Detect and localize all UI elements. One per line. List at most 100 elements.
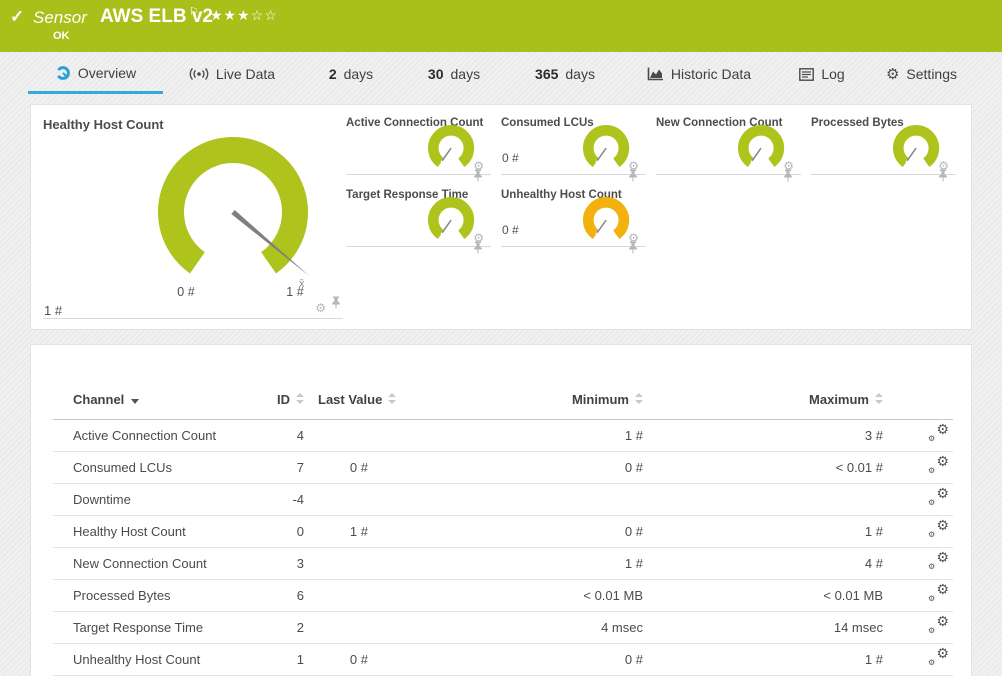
channel-minimum: 1 # [408, 547, 658, 580]
channel-minimum: < 0.01 MB [408, 579, 658, 612]
gauge-settings-gear-icon[interactable]: ⚙ [315, 302, 326, 314]
channel-settings-icon[interactable]: ⚙ ⚙ [928, 550, 949, 571]
channel-settings-icon[interactable]: ⚙ ⚙ [928, 518, 949, 539]
channel-name[interactable]: New Connection Count [53, 547, 268, 580]
priority-stars[interactable]: ★★★☆☆ [210, 7, 278, 24]
channel-maximum: 4 # [658, 547, 898, 580]
gauge-cell-processed-bytes: Processed Bytes ⚙ [811, 115, 956, 182]
channel-name[interactable]: Consumed LCUs [53, 451, 268, 484]
tab-log[interactable]: Log [775, 54, 869, 94]
gauge-icon [55, 65, 71, 81]
gauges-panel: Healthy Host Count 0 # 1 # x̄ 1 # ⚙ Acti… [30, 104, 972, 330]
table-header-row: Channel ID Last Value Minimum Maximum [53, 381, 953, 420]
table-row: Downtime -4 ⚙ ⚙ [53, 483, 953, 516]
sensor-header: ✓ Sensor AWS ELB v2 ⚐ ★★★☆☆ OK [0, 0, 1002, 52]
channel-settings-icon[interactable]: ⚙ ⚙ [928, 614, 949, 635]
channel-id: 2 [268, 611, 318, 644]
sensor-status-badge: OK [53, 30, 70, 42]
channel-name[interactable]: Downtime [53, 483, 268, 516]
gauge-scale-min: 0 # [177, 285, 195, 299]
tab-bar: Overview Live Data 2 days 30 days 365 da… [28, 54, 974, 97]
stars-empty[interactable]: ☆☆ [251, 7, 278, 23]
priority-flag-icon[interactable]: ⚐ [189, 5, 199, 18]
channel-last-value: 0 # [318, 643, 408, 676]
channel-minimum: 0 # [408, 643, 658, 676]
tab-2-days[interactable]: 2 days [301, 54, 401, 94]
table-row: New Connection Count 3 1 # 4 # ⚙ ⚙ [53, 547, 953, 580]
channel-id: 4 [268, 419, 318, 452]
tab-30-days[interactable]: 30 days [401, 54, 507, 94]
tab-label: days [343, 66, 374, 82]
channel-minimum: 0 # [408, 515, 658, 548]
tab-number: 2 [328, 66, 337, 82]
channel-table-panel: Channel ID Last Value Minimum Maximum Ac… [30, 344, 972, 676]
channel-maximum: < 0.01 # [658, 451, 898, 484]
channel-id: 3 [268, 547, 318, 580]
column-header-id[interactable]: ID [268, 381, 318, 420]
channel-minimum: 1 # [408, 419, 658, 452]
channel-last-value: 1 # [318, 515, 408, 548]
channel-maximum [658, 483, 898, 516]
gauge-cell-active-connection-count: Active Connection Count ⚙ [346, 115, 491, 182]
channel-table: Channel ID Last Value Minimum Maximum Ac… [53, 381, 953, 676]
channel-maximum: 1 # [658, 643, 898, 676]
tab-overview[interactable]: Overview [28, 54, 163, 94]
table-row: Processed Bytes 6 < 0.01 MB < 0.01 MB ⚙ ⚙ [53, 579, 953, 612]
tab-label: Overview [77, 64, 137, 81]
channel-settings-icon[interactable]: ⚙ ⚙ [928, 582, 949, 603]
table-row: Active Connection Count 4 1 # 3 # ⚙ ⚙ [53, 419, 953, 452]
gauge-current-value: 1 # [44, 303, 63, 318]
tab-number: 30 [427, 66, 444, 82]
gauge-cell-consumed-lcus: Consumed LCUs 0 # ⚙ [501, 115, 646, 182]
sort-desc-icon [131, 399, 140, 405]
channel-name[interactable]: Active Connection Count [53, 419, 268, 452]
sort-icon [388, 393, 397, 405]
channel-last-value [318, 547, 408, 580]
tab-number: 365 [535, 66, 559, 82]
channel-name[interactable]: Processed Bytes [53, 579, 268, 612]
channel-settings-icon[interactable]: ⚙ ⚙ [928, 486, 949, 507]
area-chart-icon [647, 67, 664, 81]
channel-last-value [318, 611, 408, 644]
gauge-cell-unhealthy-host-count: Unhealthy Host Count 0 # ⚙ [501, 187, 646, 254]
gauge-cell-target-response-time: Target Response Time ⚙ [346, 187, 491, 254]
column-header-maximum[interactable]: Maximum [658, 381, 898, 420]
channel-minimum [408, 483, 658, 516]
status-ok-check-icon: ✓ [10, 7, 25, 26]
tab-label: Live Data [215, 66, 276, 82]
tab-settings[interactable]: ⚙ Settings [869, 54, 974, 94]
column-header-minimum[interactable]: Minimum [408, 381, 658, 420]
sort-icon [635, 393, 643, 405]
gauge-value: 0 # [502, 223, 519, 237]
column-header-channel[interactable]: Channel [53, 381, 268, 420]
channel-maximum: < 0.01 MB [658, 579, 898, 612]
tab-label: days [450, 66, 481, 82]
channel-settings-icon[interactable]: ⚙ ⚙ [928, 454, 949, 475]
channel-id: 7 [268, 451, 318, 484]
channel-settings-icon[interactable]: ⚙ ⚙ [928, 646, 949, 667]
stars-filled[interactable]: ★★★ [210, 7, 251, 23]
table-row: Target Response Time 2 4 msec 14 msec ⚙ ⚙ [53, 611, 953, 644]
channel-settings-icon[interactable]: ⚙ ⚙ [928, 422, 949, 443]
object-type-label: Sensor [33, 8, 87, 27]
sort-icon [296, 393, 304, 405]
column-header-actions [898, 381, 953, 420]
table-row: Unhealthy Host Count 1 0 # 0 # 1 # ⚙ ⚙ [53, 643, 953, 676]
channel-last-value [318, 483, 408, 516]
gauge-value: 0 # [502, 151, 519, 165]
gauge-pin-icon[interactable] [331, 296, 341, 314]
tab-live-data[interactable]: Live Data [163, 54, 301, 94]
channel-name[interactable]: Unhealthy Host Count [53, 643, 268, 676]
channel-id: -4 [268, 483, 318, 516]
live-broadcast-icon [189, 67, 209, 81]
channel-name[interactable]: Healthy Host Count [53, 515, 268, 548]
sort-icon [875, 393, 883, 405]
channel-name[interactable]: Target Response Time [53, 611, 268, 644]
tab-historic-data[interactable]: Historic Data [623, 54, 775, 94]
channel-maximum: 3 # [658, 419, 898, 452]
tab-365-days[interactable]: 365 days [507, 54, 623, 94]
column-header-last-value[interactable]: Last Value [318, 381, 408, 420]
channel-id: 6 [268, 579, 318, 612]
tab-label: days [565, 66, 595, 82]
gauge-scale-max: 1 # [286, 285, 304, 299]
